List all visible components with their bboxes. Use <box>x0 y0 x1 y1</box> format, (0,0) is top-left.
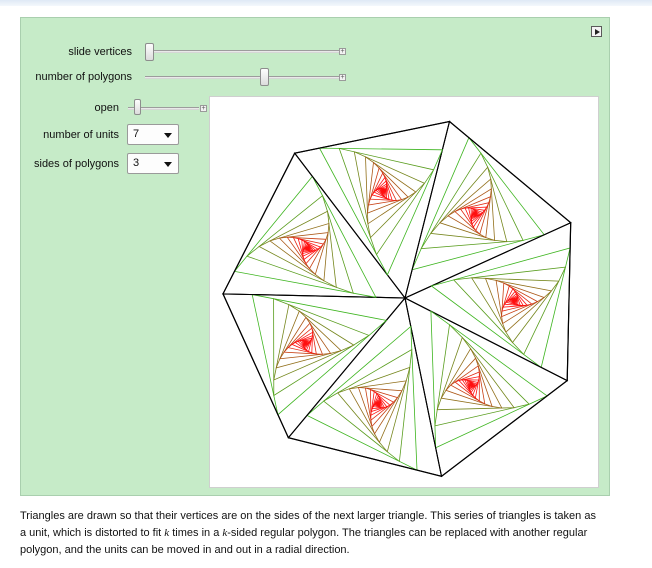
open-expand-icon[interactable]: + <box>200 105 207 112</box>
unit-1-triangle-1 <box>430 247 571 369</box>
unit-5-triangle-4 <box>269 222 330 282</box>
number-of-polygons-track[interactable] <box>145 76 339 79</box>
description-caption: Triangles are drawn so that their vertic… <box>20 508 640 559</box>
number-of-polygons-expand-icon[interactable]: + <box>339 74 346 81</box>
number-of-units-select[interactable]: 7 <box>127 124 179 145</box>
sides-of-polygons-select[interactable]: 3 <box>127 153 179 174</box>
sides-of-polygons-value: 3 <box>133 157 140 169</box>
chevron-down-icon <box>164 133 172 138</box>
unit-0-triangle-0 <box>404 120 572 299</box>
number-of-units-label: number of units <box>43 129 119 141</box>
unit-4-triangle-3 <box>273 303 355 381</box>
caption-line-1: Triangles are drawn so that their vertic… <box>20 510 596 522</box>
slide-vertices-slider-thumb[interactable] <box>145 43 154 61</box>
sides-of-polygons-label: sides of polygons <box>34 158 119 170</box>
unit-6-triangle-1 <box>318 147 444 276</box>
caption-line-2-b: times in a <box>169 527 223 539</box>
top-strip <box>0 0 652 6</box>
play-icon[interactable] <box>591 26 602 37</box>
caption-line-2-a: a unit, which is distorted to fit <box>20 527 165 539</box>
number-of-units-value: 7 <box>133 128 140 140</box>
open-slider-thumb[interactable] <box>134 99 142 115</box>
unit-4-triangle-2 <box>273 298 370 397</box>
unit-6-triangle-3 <box>353 151 426 239</box>
unit-3-triangle-2 <box>322 348 413 463</box>
caption-line-2: a unit, which is distorted to fit k time… <box>20 525 640 542</box>
unit-0-triangle-3 <box>430 166 508 243</box>
caption-line-2-c: -sided regular polygon. The triangles ca… <box>227 527 588 539</box>
graphics-canvas <box>209 96 599 488</box>
slide-vertices-label: slide vertices <box>68 46 132 58</box>
slide-vertices-expand-icon[interactable]: + <box>339 48 346 55</box>
caption-line-3: polygon, and the units can be moved in a… <box>20 544 350 556</box>
unit-4-triangle-0 <box>222 293 407 439</box>
unit-5-triangle-0 <box>222 152 407 299</box>
slide-vertices-track[interactable] <box>145 50 339 53</box>
unit-1-triangle-2 <box>452 266 567 356</box>
unit-2-triangle-0 <box>404 296 569 478</box>
unit-1-triangle-0 <box>403 221 572 382</box>
open-label: open <box>94 102 119 114</box>
chevron-down-icon <box>164 162 172 167</box>
polygon-figure <box>222 120 572 478</box>
number-of-polygons-slider-thumb[interactable] <box>259 68 269 86</box>
number-of-polygons-label: number of polygons <box>35 71 132 83</box>
unit-5-triangle-1 <box>233 175 377 298</box>
